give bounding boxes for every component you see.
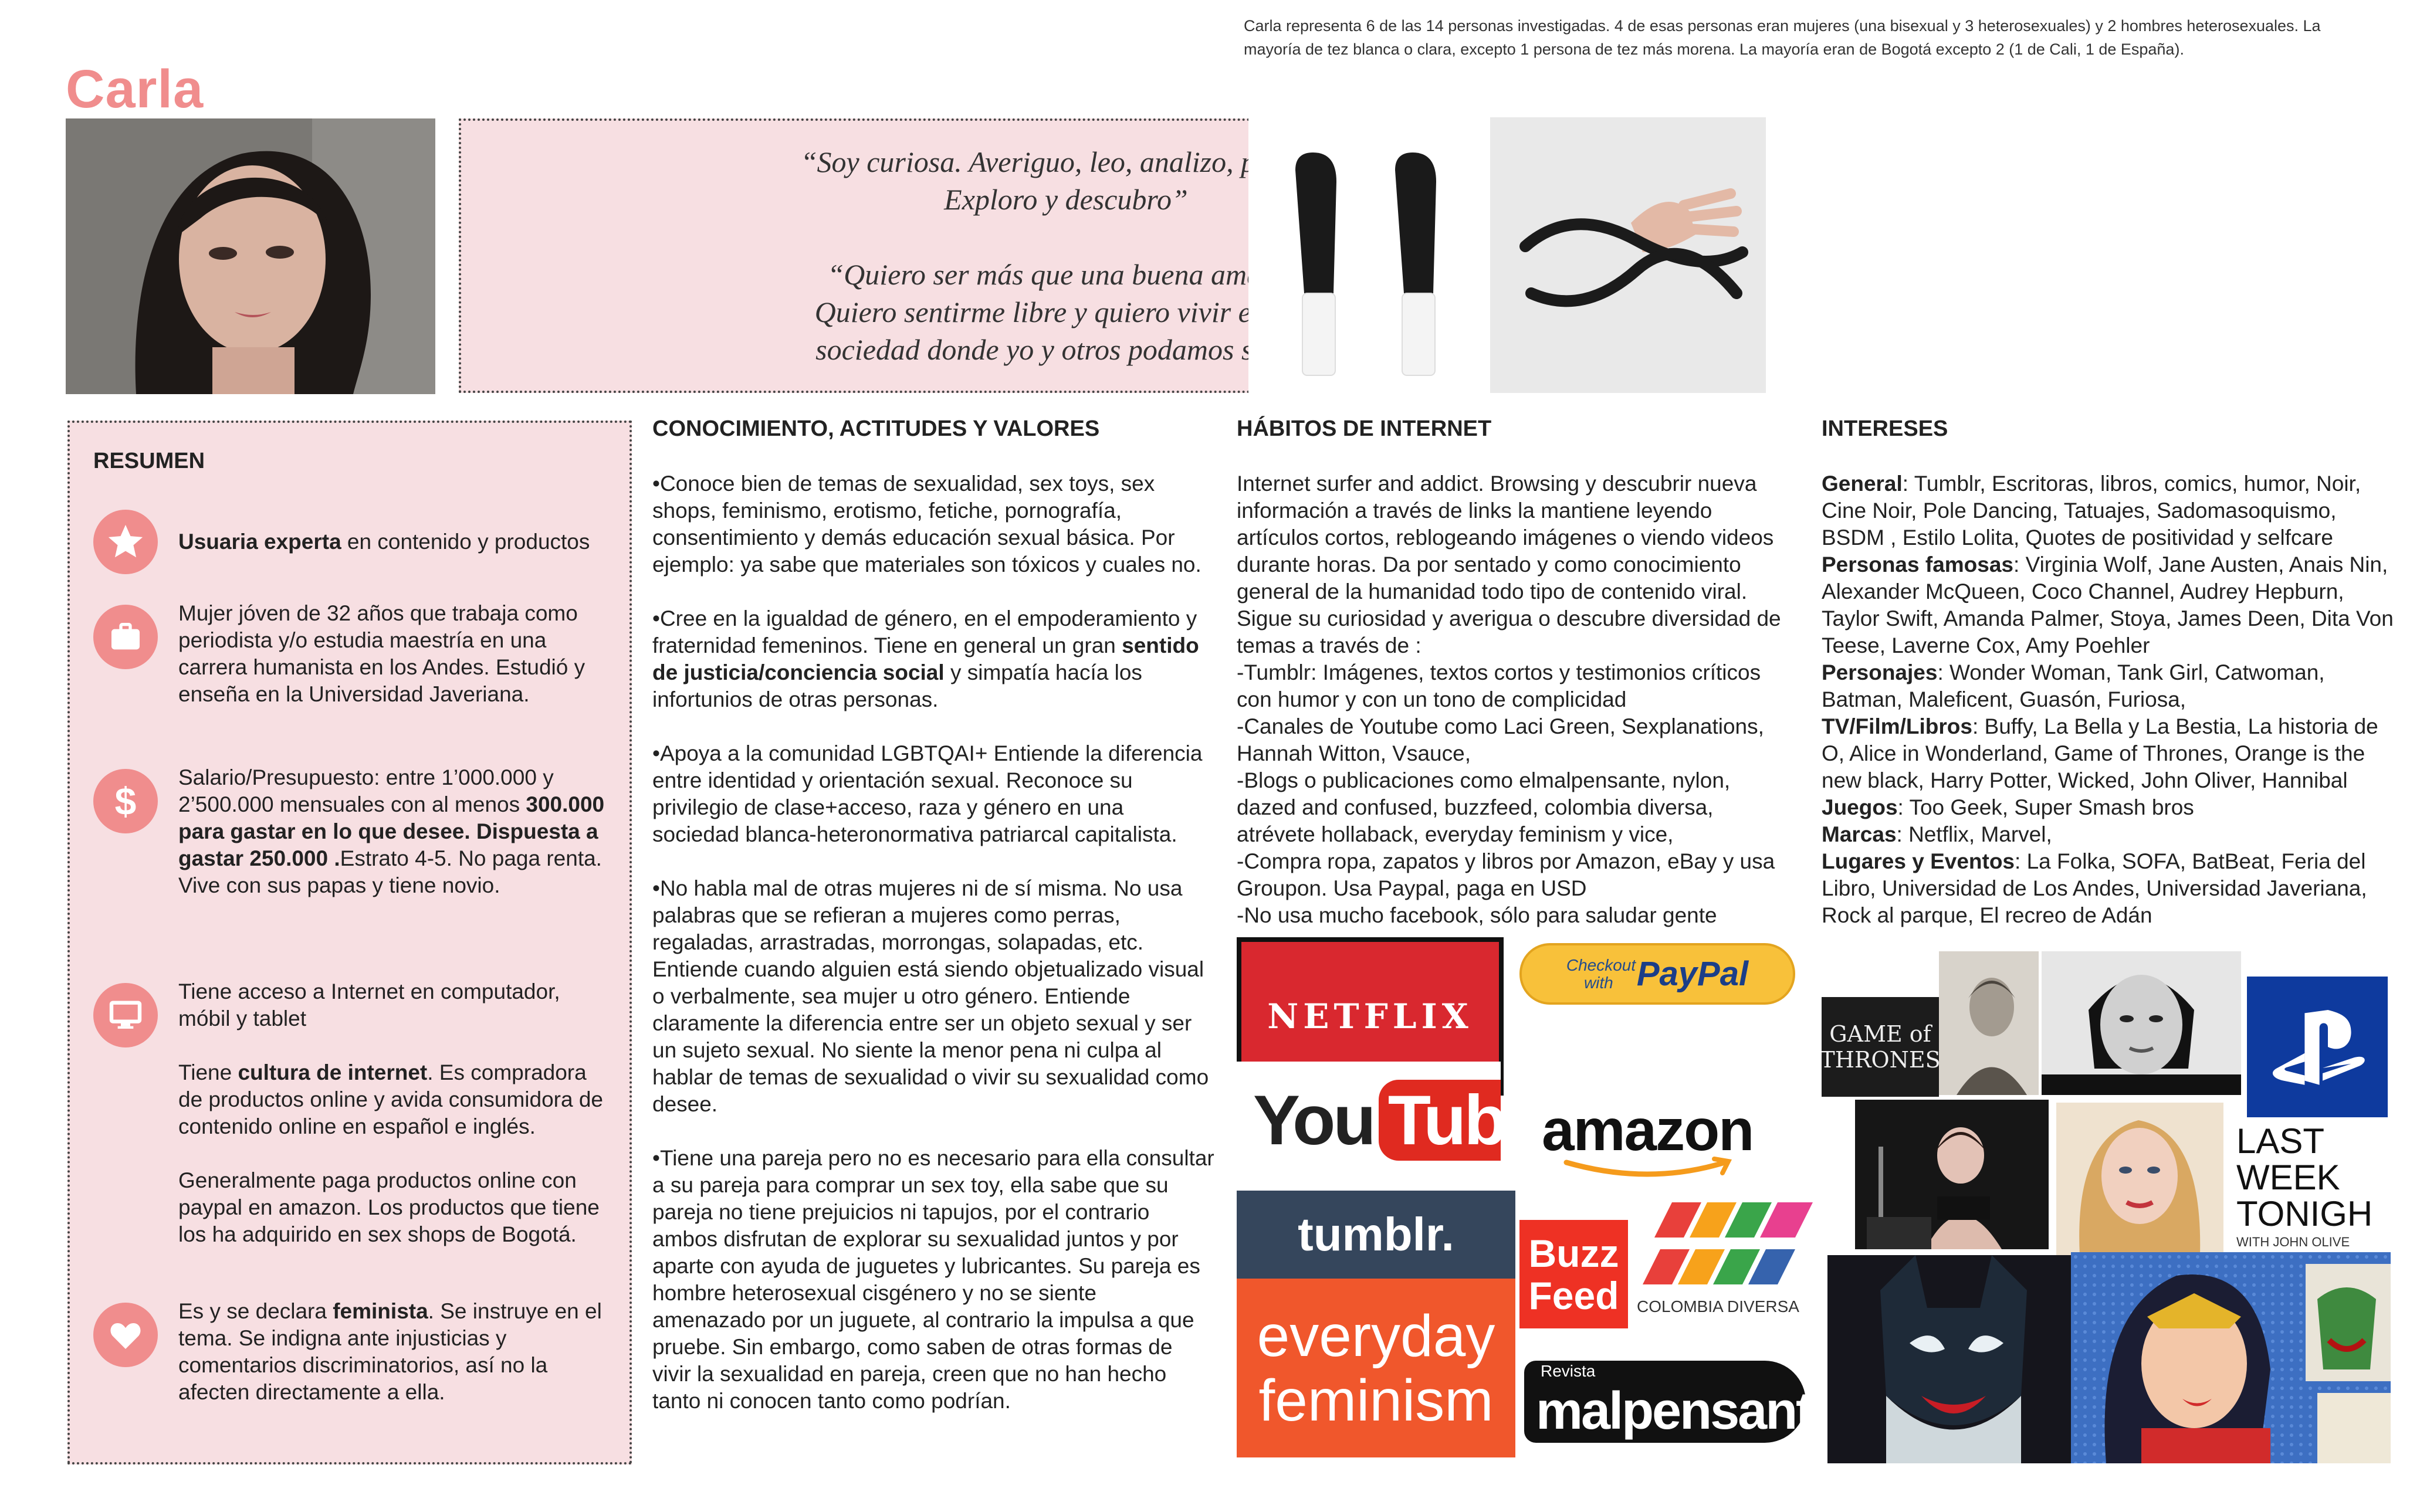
buzzfeed-logo: Buzz Feed	[1519, 1220, 1628, 1328]
summary-access: Tiene acceso a Internet en computador, m…	[178, 979, 560, 1030]
interest-characters: Personajes: Wonder Woman, Tank Girl, Cat…	[1822, 660, 2325, 711]
malpensante-logo: Revista malpensante	[1524, 1349, 1812, 1457]
interests-heading: INTERESES	[1822, 416, 1948, 441]
summary-expert-text: Usuaria experta en contenido y productos	[178, 530, 590, 554]
persona-photo	[66, 118, 435, 394]
heart-icon	[93, 1303, 158, 1367]
last-week-tonight-logo: LAST WEEK TONIGH WITH JOHN OLIVE	[2229, 1117, 2391, 1255]
summary-budget-text: Salario/Presupuesto: entre 1’000.000 y 2…	[178, 765, 605, 897]
summary-profile-text: Mujer jóven de 32 años que trabaja como …	[178, 601, 585, 706]
interest-famous-people: Personas famosas: Virginia Wolf, Jane Au…	[1822, 552, 2394, 657]
summary-payment: Generalmente paga productos online con p…	[178, 1168, 600, 1246]
star-icon	[93, 510, 158, 574]
audrey-hepburn-photo	[2042, 951, 2241, 1095]
amazon-logo: amazon	[1537, 1091, 1783, 1185]
colombia-diversa-logo: COLOMBIA DIVERSA	[1637, 1202, 1830, 1320]
briefcase-icon	[93, 605, 158, 669]
paypal-checkout-logo: Checkout with PayPal	[1519, 943, 1795, 1005]
persona-name: Carla	[66, 59, 204, 119]
knowledge-text: •Conoce bien de temas de sexualidad, sex…	[652, 470, 1216, 1442]
interest-places-events: Lugares y Eventos: La Folka, SOFA, BatBe…	[1822, 849, 2367, 927]
catwoman-illustration	[1827, 1255, 2080, 1463]
summary-culture: Tiene cultura de internet. Es compradora…	[178, 1060, 604, 1138]
knowledge-heading: CONOCIMIENTO, ACTITUDES Y VALORES	[652, 416, 1100, 441]
summary-heading: RESUMEN	[93, 449, 205, 473]
knowledge-p4: •No habla mal de otras mujeres ni de sí …	[652, 876, 1209, 1116]
dollar-icon: $	[93, 769, 158, 833]
virginia-woolf-photo	[1939, 951, 2039, 1095]
research-note: Carla representa 6 de las 14 personas in…	[1244, 17, 2321, 58]
summary-internet-text: Tiene acceso a Internet en computador, m…	[178, 978, 612, 1275]
taylor-swift-photo	[2056, 1103, 2223, 1255]
youtube-logo: You Tube	[1237, 1062, 1501, 1179]
game-of-thrones-logo: GAME of THRONES	[1822, 997, 1939, 1097]
monitor-icon	[93, 983, 158, 1047]
summary-panel: RESUMEN Usuaria experta en contenido y p…	[67, 421, 632, 1464]
knowledge-p1: •Conoce bien de temas de sexualidad, sex…	[652, 472, 1201, 577]
interest-brands: Marcas: Netflix, Marvel,	[1822, 822, 2052, 846]
wonder-woman-illustration	[2071, 1252, 2391, 1463]
knowledge-p5: •Tiene una pareja pero no es necesario p…	[652, 1146, 1214, 1413]
habits-text: Internet surfer and addict. Browsing y d…	[1237, 472, 1781, 927]
playstation-logo	[2247, 977, 2388, 1117]
knowledge-p2: •Cree en la igualdad de género, en el em…	[652, 606, 1199, 711]
everyday-feminism-logo: everyday feminism	[1237, 1279, 1515, 1457]
interest-tv-film-books: TV/Film/Libros: Buffy, La Bella y La Bes…	[1822, 714, 2378, 792]
summary-feminist-text: Es y se declara feminista. Se instruye e…	[178, 1299, 602, 1404]
amanda-palmer-photo	[1855, 1100, 2049, 1249]
interest-general: General: Tumblr, Escritoras, libros, com…	[1822, 472, 2361, 550]
interests-list: General: Tumblr, Escritoras, libros, com…	[1822, 470, 2394, 929]
product-photo-vibrators	[1248, 117, 1501, 393]
product-photo-hand-toy	[1490, 117, 1766, 393]
knowledge-p3: •Apoya a la comunidad LGBTQAI+ Entiende …	[652, 741, 1203, 846]
interest-games: Juegos: Too Geek, Super Smash bros	[1822, 795, 2194, 819]
habits-heading: HÁBITOS DE INTERNET	[1237, 416, 1492, 441]
tumblr-logo: tumblr.	[1237, 1191, 1515, 1279]
